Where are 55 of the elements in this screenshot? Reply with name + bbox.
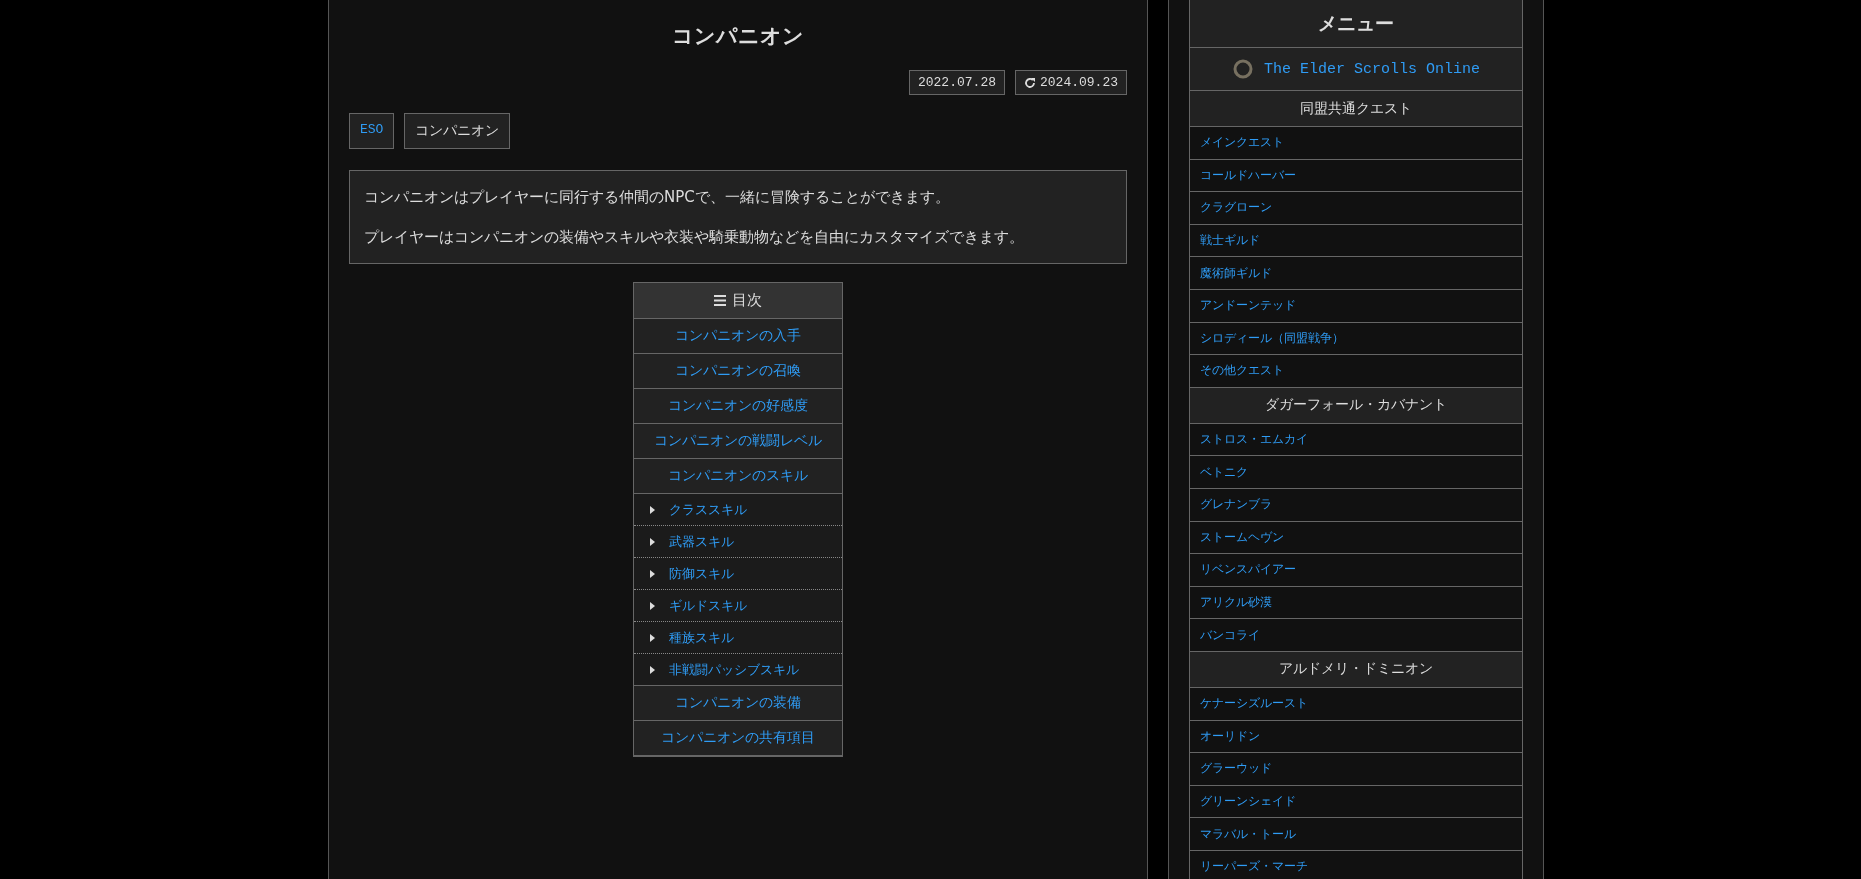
intro-paragraph: プレイヤーはコンパニオンの装備やスキルや衣装や騎乗動物などを自由にカスタマイズできます。 [364,227,1025,247]
caret-icon [650,633,655,642]
created-date: 2022.07.28 [908,70,1005,95]
toc-sublink[interactable]: 防御スキル [634,558,842,590]
menu-link[interactable]: コールドハーバー [1190,159,1522,193]
caret-icon [650,601,655,610]
menu-link[interactable]: グラーウッド [1190,753,1522,786]
caret-icon [650,537,655,546]
menu-link[interactable]: シロディール（同盟戦争） [1190,322,1522,356]
menu-link[interactable]: グレナンブラ [1190,488,1522,522]
menu-link[interactable]: リーパーズ・マーチ [1190,850,1522,879]
refresh-icon [1024,76,1036,89]
toc-link[interactable]: コンパニオンの好感度 [634,389,842,424]
page-title: コンパニオン [671,23,805,50]
menu-link[interactable]: アンドーンテッド [1190,289,1522,323]
toc-link[interactable]: コンパニオンの共有項目 [634,721,842,756]
toc-sublink[interactable]: 種族スキル [634,622,842,654]
caret-icon [650,569,655,578]
caret-icon [650,505,655,514]
menu-link[interactable]: クラグローン [1190,192,1522,225]
menu-link[interactable]: 戦士ギルド [1190,224,1522,258]
menu-link[interactable]: メインクエスト [1190,127,1522,160]
menu-link[interactable]: ケナーシズルースト [1190,687,1522,721]
toc-sublink[interactable]: 武器スキル [634,526,842,558]
toc-sublink[interactable]: クラススキル [634,494,842,526]
intro-paragraph: コンパニオンはプレイヤーに同行する仲間のNPCで、一緒に冒険することができます。 [364,187,951,207]
toc-link[interactable]: コンパニオンの戦闘レベル [634,424,842,459]
menu-link[interactable]: その他クエスト [1190,355,1522,388]
updated-date: 2024.09.23 [1015,70,1127,95]
ring-icon [1231,58,1254,80]
site-link[interactable]: The Elder Scrolls Online [1190,48,1522,91]
tag-link[interactable]: コンパニオン [404,113,511,149]
toc-sublink[interactable]: ギルドスキル [634,590,842,622]
menu-icon [714,295,726,306]
toc-link[interactable]: コンパニオンの装備 [634,686,842,721]
menu-link[interactable]: アリクル砂漠 [1190,586,1522,620]
menu-link[interactable]: グリーンシェイド [1190,785,1522,819]
menu-title: メニュー [1190,0,1522,48]
menu-link[interactable]: ストームヘヴン [1190,521,1522,555]
menu-link[interactable]: マラバル・トール [1190,818,1522,851]
toc-sublink[interactable]: 非戦闘パッシブスキル [634,654,842,686]
toc-title: 目次 [732,291,762,310]
tag-link[interactable]: ESO [349,113,395,149]
section-header: アルドメリ・ドミニオン [1190,651,1522,688]
menu-link[interactable]: ストロス・エムカイ [1190,423,1522,457]
caret-icon [650,665,655,674]
menu-link[interactable]: バンコライ [1190,619,1522,652]
menu-link[interactable]: 魔術師ギルド [1190,257,1522,290]
toc-link[interactable]: コンパニオンの入手 [634,319,842,354]
menu-link[interactable]: オーリドン [1190,720,1522,754]
section-header: ダガーフォール・カバナント [1190,387,1522,424]
toc-link[interactable]: コンパニオンの召喚 [634,354,842,389]
menu-link[interactable]: リベンスパイアー [1190,554,1522,587]
menu-link[interactable]: ベトニク [1190,456,1522,489]
section-header: 同盟共通クエスト [1190,91,1522,127]
